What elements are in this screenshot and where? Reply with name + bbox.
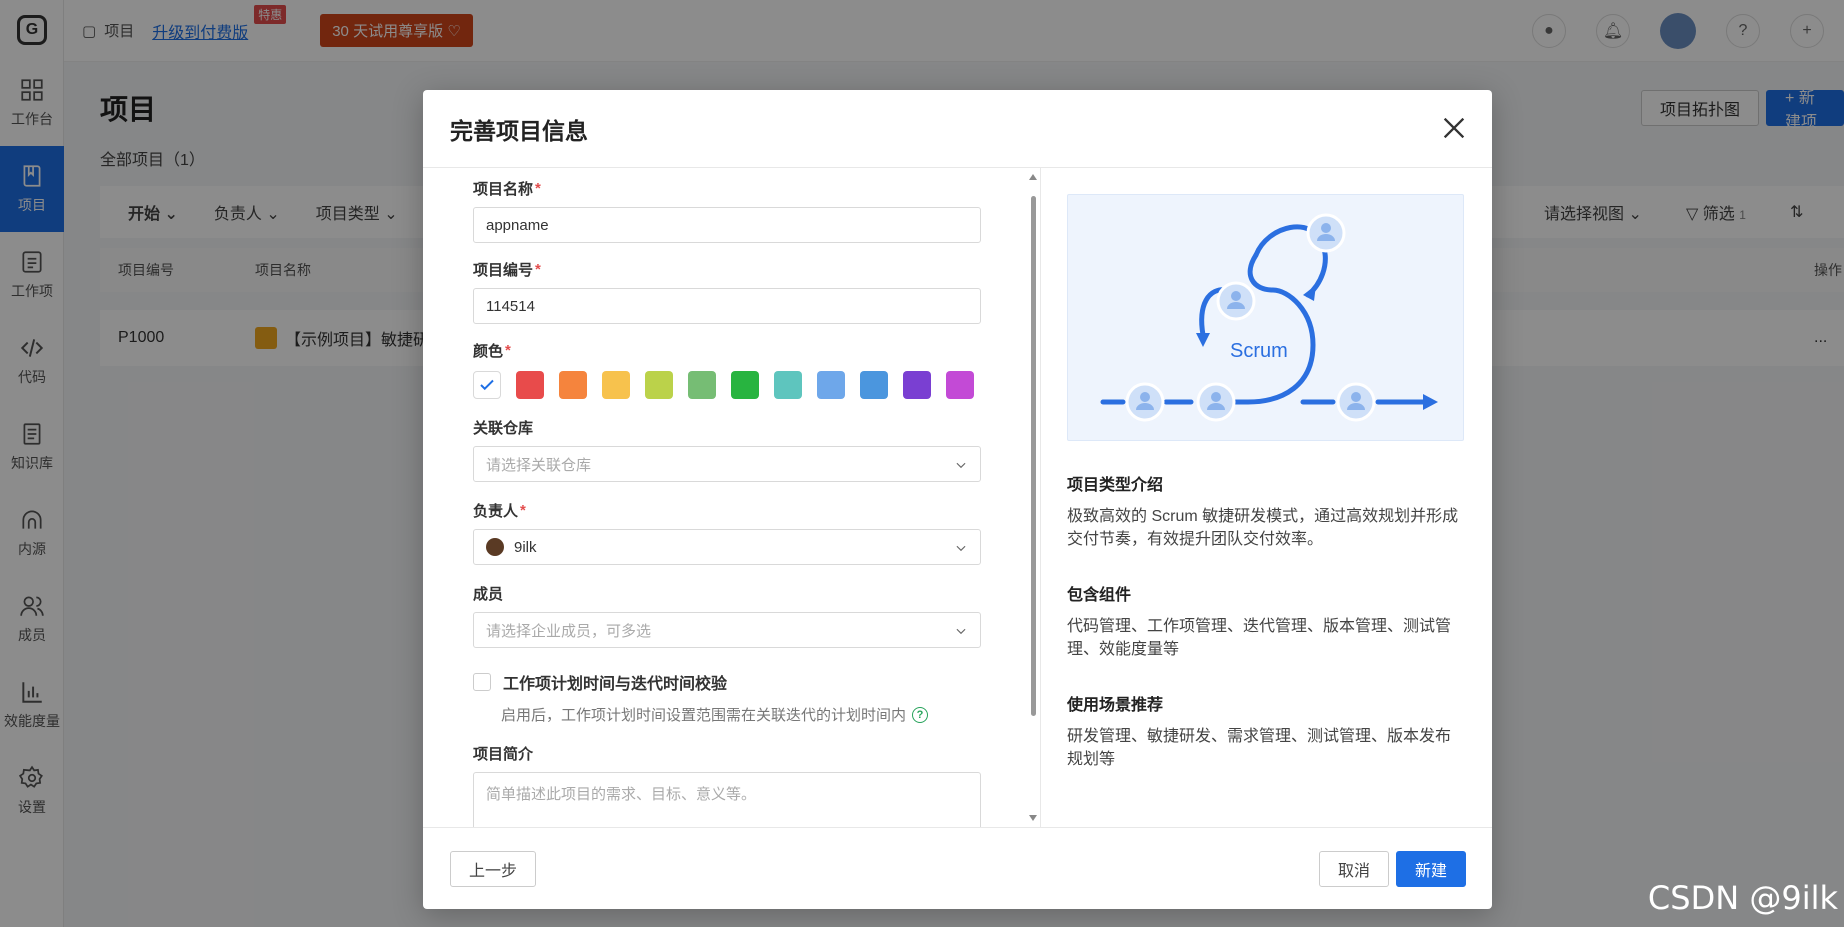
label-text: 项目名称 (473, 181, 534, 198)
create-button[interactable]: 新建 (1396, 851, 1467, 887)
required-mark: * (505, 342, 511, 359)
color-swatch[interactable] (645, 371, 673, 399)
owner-avatar (486, 538, 504, 556)
field-owner: 负责人 * 9ilk (473, 500, 981, 565)
chevron-down-icon (956, 462, 966, 469)
color-swatch[interactable] (817, 371, 845, 399)
scrum-illustration: Scrum (1067, 194, 1464, 441)
field-label-description: 项目简介 (473, 746, 534, 763)
field-members: 成员 请选择企业成员，可多选 (473, 583, 981, 648)
members-select[interactable]: 请选择企业成员，可多选 (473, 612, 981, 648)
color-swatch[interactable] (602, 371, 630, 399)
field-description: 项目简介 简单描述此项目的需求、目标、意义等。 (473, 743, 981, 827)
chevron-down-icon (956, 545, 966, 552)
time-check-checkbox[interactable] (473, 673, 491, 691)
field-label-owner: 负责人 * (473, 500, 981, 521)
intro-title: 项目类型介绍 (1067, 477, 1164, 494)
scroll-up-icon[interactable] (1029, 174, 1037, 180)
color-swatch[interactable] (731, 371, 759, 399)
scroll-down-icon[interactable] (1029, 815, 1037, 821)
scrum-diagram-icon: Scrum (1100, 213, 1438, 422)
scrum-label: Scrum (1230, 340, 1288, 362)
color-swatch[interactable] (688, 371, 716, 399)
owner-select[interactable]: 9ilk (473, 529, 981, 565)
repo-select[interactable]: 请选择关联仓库 (473, 446, 981, 482)
dialog-title: 完善项目信息 (450, 117, 588, 144)
csdn-watermark: CSDN @9ilk (1647, 879, 1838, 917)
label-text: 负责人 (473, 503, 519, 520)
field-label-name: 项目名称 * (473, 178, 981, 199)
scroll-thumb[interactable] (1031, 196, 1036, 716)
description-textarea[interactable]: 简单描述此项目的需求、目标、意义等。 (473, 772, 981, 827)
color-swatch[interactable] (860, 371, 888, 399)
field-label-color: 颜色 * (473, 340, 981, 361)
scenario-title: 使用场景推荐 (1067, 697, 1164, 714)
project-type-info: Scrum 项目类型介绍 极致高效的 Scrum 敏捷研发模式，通过高效规划并形… (1041, 168, 1492, 827)
color-swatch[interactable] (903, 371, 931, 399)
form-scrollbar[interactable] (1028, 172, 1038, 823)
help-icon[interactable]: ? (912, 706, 929, 723)
components-title: 包含组件 (1067, 587, 1132, 604)
color-swatch[interactable] (946, 371, 974, 399)
form-pane: 项目名称 * appname 项目编号 * 114514 颜色 * 关联仓库 请… (423, 168, 1041, 827)
cancel-button[interactable]: 取消 (1319, 851, 1390, 887)
field-label-members: 成员 (473, 586, 504, 603)
complete-project-dialog: 完善项目信息 项目名称* appname 项目编号* 114514 颜色* (423, 90, 1492, 909)
color-picker (473, 371, 981, 399)
repo-placeholder: 请选择关联仓库 (486, 456, 592, 474)
field-repo: 关联仓库 请选择关联仓库 (473, 417, 981, 482)
time-check-hint: 启用后，工作项计划时间设置范围需在关联迭代的计划时间内 ? (501, 704, 981, 725)
required-mark: * (535, 180, 541, 197)
field-name: 项目名称 * appname (473, 178, 981, 243)
scenario-text: 研发管理、敏捷研发、需求管理、测试管理、版本发布规划等 (1067, 728, 1452, 768)
project-name-input[interactable]: appname (473, 207, 981, 243)
check-icon (480, 379, 494, 391)
required-mark: * (520, 502, 526, 519)
field-time-check: 工作项计划时间与迭代时间校验 启用后，工作项计划时间设置范围需在关联迭代的计划时… (473, 670, 981, 725)
project-code-input[interactable]: 114514 (473, 288, 981, 324)
project-form: 项目名称 * appname 项目编号 * 114514 颜色 * 关联仓库 请… (473, 168, 981, 827)
required-mark: * (535, 261, 541, 278)
intro-text: 极致高效的 Scrum 敏捷研发模式，通过高效规划并形成交付节奏，有效提升团队交… (1067, 508, 1459, 548)
time-check-hint-text: 启用后，工作项计划时间设置范围需在关联迭代的计划时间内 (501, 707, 907, 724)
time-check-row: 工作项计划时间与迭代时间校验 (473, 670, 981, 694)
components-text: 代码管理、工作项管理、迭代管理、版本管理、测试管理、效能度量等 (1067, 618, 1452, 658)
label-text: 项目编号 (473, 262, 534, 279)
field-code: 项目编号 * 114514 (473, 259, 981, 324)
color-swatch[interactable] (774, 371, 802, 399)
field-label-code: 项目编号 * (473, 259, 981, 280)
prev-step-button[interactable]: 上一步 (450, 851, 537, 887)
time-check-label: 工作项计划时间与迭代时间校验 (503, 676, 728, 693)
owner-name: 9ilk (514, 538, 537, 556)
color-swatch[interactable] (516, 371, 544, 399)
dialog-body: 项目名称 * appname 项目编号 * 114514 颜色 * 关联仓库 请… (423, 168, 1492, 827)
close-icon[interactable] (1440, 114, 1468, 142)
members-placeholder: 请选择企业成员，可多选 (486, 622, 652, 640)
dialog-header: 完善项目信息 (423, 90, 1492, 168)
dialog-footer: 上一步 取消 新建 (423, 827, 1492, 909)
color-swatch-default[interactable] (473, 371, 501, 399)
field-label-repo: 关联仓库 (473, 420, 534, 437)
color-swatch[interactable] (559, 371, 587, 399)
chevron-down-icon (956, 628, 966, 635)
field-color: 颜色 * (473, 340, 981, 399)
label-text: 颜色 (473, 343, 504, 360)
